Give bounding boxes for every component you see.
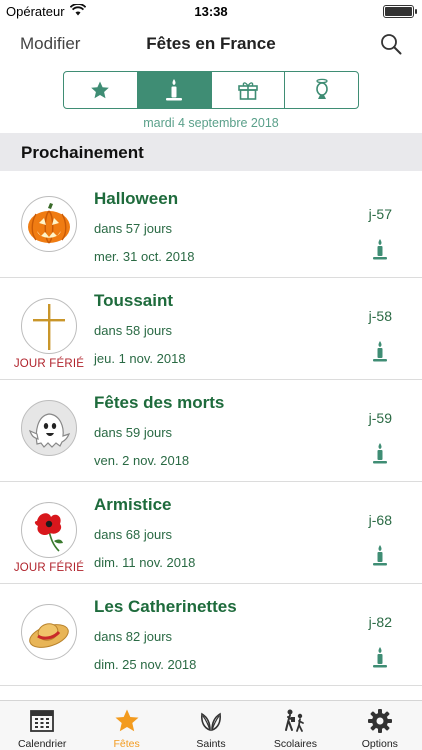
list-item[interactable]: Les Catherinettes dans 82 jours dim. 25 … [0, 584, 422, 686]
candle-icon [373, 239, 387, 260]
event-avatar [21, 502, 77, 558]
event-countdown: j-82 [368, 614, 392, 630]
event-relative-days: dans 58 jours [94, 323, 173, 338]
event-countdown: j-68 [368, 512, 392, 528]
pumpkin-icon [28, 203, 70, 244]
event-name: Toussaint [94, 291, 174, 310]
tab-label: Options [361, 738, 398, 750]
list-item[interactable]: Fêtes des morts dans 59 jours ven. 2 nov… [0, 380, 422, 482]
poppy-icon [34, 513, 63, 552]
list-item[interactable]: Halloween dans 57 jours mer. 31 oct. 201… [0, 176, 422, 278]
candle-icon [373, 545, 387, 566]
gear-icon [367, 709, 392, 733]
edit-button[interactable]: Modifier [20, 34, 80, 54]
current-date: mardi 4 septembre 2018 [143, 116, 279, 130]
tab-saints[interactable]: Saints [169, 701, 253, 750]
straw-hat-icon [29, 623, 69, 648]
list-item[interactable]: JOUR FÉRIÉ Armistice dans 68 jours dim. … [0, 482, 422, 584]
holiday-tag: JOUR FÉRIÉ [13, 358, 85, 370]
event-name: Les Catherinettes [94, 597, 237, 616]
event-avatar [21, 400, 77, 456]
search-icon[interactable] [380, 33, 402, 55]
candle-icon [373, 341, 387, 362]
status-bar: Opérateur 13:38 [0, 0, 422, 22]
event-name: Armistice [94, 495, 172, 514]
segment-favorites[interactable] [64, 72, 138, 108]
segment-holidays[interactable] [137, 72, 212, 108]
tab-scolaires[interactable]: Scolaires [253, 701, 337, 750]
candle-icon [373, 443, 387, 464]
event-relative-days: dans 57 jours [94, 221, 173, 236]
tab-label: Saints [196, 738, 226, 750]
event-name: Halloween [94, 189, 179, 208]
segment-saints[interactable] [285, 72, 358, 108]
event-date: dim. 25 nov. 2018 [94, 657, 197, 672]
event-avatar [21, 298, 77, 354]
events-list: Halloween dans 57 jours mer. 31 oct. 201… [0, 176, 422, 686]
event-relative-days: dans 68 jours [94, 527, 173, 542]
event-countdown: j-59 [368, 410, 392, 426]
list-item[interactable]: JOUR FÉRIÉ Toussaint dans 58 jours jeu. … [0, 278, 422, 380]
event-date: jeu. 1 nov. 2018 [94, 351, 186, 366]
event-date: dim. 11 nov. 2018 [94, 555, 196, 570]
tab-label: Fêtes [113, 738, 140, 750]
event-relative-days: dans 59 jours [94, 425, 173, 440]
navigation-bar: Modifier Fêtes en France [0, 22, 422, 66]
ghost-icon [29, 413, 71, 448]
event-avatar [21, 604, 77, 660]
tab-calendrier[interactable]: Calendrier [0, 701, 84, 750]
candle-icon [166, 79, 183, 101]
tab-fetes[interactable]: Fêtes [84, 701, 168, 750]
tab-label: Calendrier [17, 738, 67, 750]
segment-gifts[interactable] [212, 72, 286, 108]
tab-options[interactable]: Options [338, 701, 422, 750]
calendar-icon [30, 710, 55, 732]
event-date: mer. 31 oct. 2018 [94, 249, 195, 264]
battery-level [385, 7, 412, 16]
holiday-tag: JOUR FÉRIÉ [13, 562, 85, 574]
event-countdown: j-57 [368, 206, 392, 222]
event-avatar [21, 196, 77, 252]
saint-bust-icon [315, 78, 328, 99]
event-date: ven. 2 nov. 2018 [94, 453, 190, 468]
event-name: Fêtes des morts [94, 393, 225, 412]
schoolchildren-icon [285, 709, 305, 732]
section-title: Prochainement [21, 143, 144, 162]
cross-icon [33, 304, 65, 350]
gift-icon [238, 82, 258, 100]
tab-label: Scolaires [273, 738, 318, 750]
battery-icon [383, 5, 417, 18]
status-time: 13:38 [194, 4, 228, 19]
star-icon [91, 81, 110, 99]
tab-bar: Calendrier Fêtes Saints Scolaires Option… [0, 700, 422, 750]
event-countdown: j-58 [368, 308, 392, 324]
category-segmented-control [63, 71, 359, 109]
event-relative-days: dans 82 jours [94, 629, 173, 644]
star-icon [115, 709, 139, 732]
section-header: Prochainement [0, 133, 422, 171]
laurel-icon [201, 712, 222, 732]
candle-icon [373, 647, 387, 668]
